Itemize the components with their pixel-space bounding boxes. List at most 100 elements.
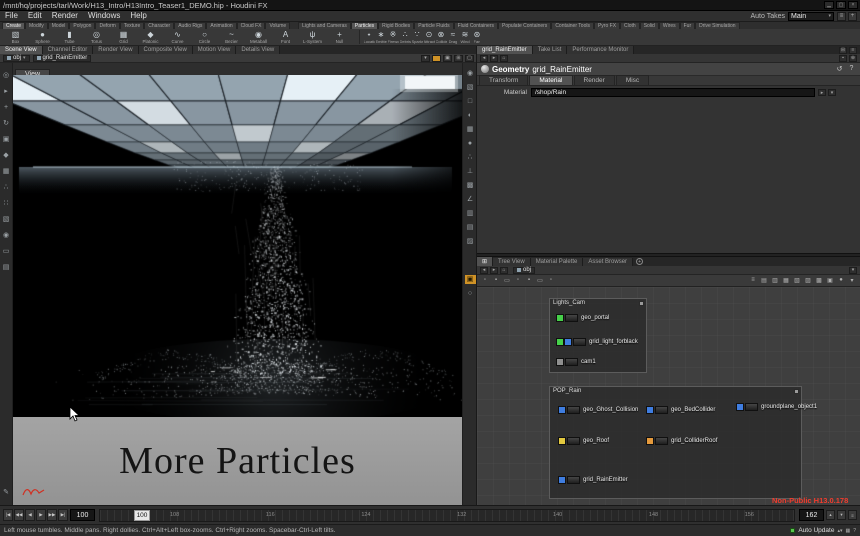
current-frame-field[interactable]: 100 — [70, 509, 95, 521]
menu-item[interactable]: Render — [47, 11, 83, 21]
scale-tool-icon[interactable]: ▣ — [1, 135, 12, 144]
shelf-tool-metaball[interactable]: ◉ Metaball — [245, 30, 272, 44]
net-display-list-icon[interactable]: ≡ — [749, 277, 757, 284]
net-grid-icon[interactable]: ▭ — [503, 277, 511, 284]
node-flag[interactable] — [736, 403, 744, 411]
menu-item[interactable]: File — [0, 11, 23, 21]
shelf-tool-curve[interactable]: ∿ Curve — [164, 30, 191, 44]
parameter-tab[interactable]: Material — [529, 75, 572, 85]
pane-tab[interactable]: Composite View — [139, 46, 193, 54]
net-color-icon[interactable]: ▪ — [492, 277, 500, 284]
display-points-icon[interactable]: ∴ — [465, 153, 476, 162]
shelf-tab[interactable]: Modify — [25, 22, 48, 29]
shelf-tool-fireworks[interactable]: ※ Firewor — [387, 30, 399, 44]
node-body[interactable] — [565, 314, 578, 322]
view-layout-icon[interactable]: □ — [465, 97, 476, 106]
shelf-tool-debris[interactable]: ∴ Debris — [399, 30, 411, 44]
shelf-tab[interactable]: Model — [48, 22, 70, 29]
net-dots-icon[interactable]: ▪ — [525, 277, 533, 284]
snap-prim-icon[interactable]: ▧ — [1, 215, 12, 224]
network-canvas[interactable]: Lights_Cam geo_portal grid_light_forblac… — [477, 287, 860, 505]
shelf-tool-font[interactable]: A Font — [272, 30, 299, 44]
pane-tab[interactable]: Asset Browser — [583, 258, 633, 266]
pane-tab[interactable]: Motion View — [193, 46, 237, 54]
perspective-icon[interactable]: ▧ — [465, 83, 476, 92]
parameter-tab[interactable]: Render — [574, 75, 615, 85]
camera-view-icon[interactable]: ◉ — [465, 69, 476, 78]
shelf-tab[interactable]: Drive Simulation — [695, 22, 739, 29]
shelf-tab[interactable]: Particles — [351, 22, 378, 29]
menu-item[interactable]: Edit — [23, 11, 47, 21]
net-display-5-icon[interactable]: ▨ — [804, 277, 812, 284]
viewport-canvas[interactable] — [13, 75, 462, 417]
home-icon[interactable]: ⌂ — [500, 267, 508, 274]
snap-point-icon[interactable]: ∴ — [1, 183, 12, 192]
close-button[interactable]: × — [848, 1, 858, 9]
shelf-tab[interactable]: Audio Rigs — [174, 22, 206, 29]
net-find-icon[interactable]: ▫ — [547, 277, 555, 284]
view-tool-icon[interactable]: ◎ — [1, 71, 12, 80]
shelf-tool-location[interactable]: ⋆ Location — [363, 30, 375, 44]
help-icon[interactable]: ? — [853, 528, 856, 534]
node-flag[interactable] — [646, 406, 654, 414]
pane-split-icon[interactable]: ⊞ — [454, 55, 463, 62]
maximize-button[interactable]: ▢ — [836, 1, 846, 9]
pane-maximize-icon[interactable]: ▢ — [465, 55, 474, 62]
smooth-shaded-icon[interactable]: ● — [465, 139, 476, 148]
select-tool-icon[interactable]: ▸ — [1, 87, 12, 96]
node-flag[interactable] — [558, 437, 566, 445]
net-display-4-icon[interactable]: ▧ — [793, 277, 801, 284]
net-display-3-icon[interactable]: ▦ — [782, 277, 790, 284]
end-frame-field[interactable]: 162 — [799, 509, 824, 521]
update-mode-arrows-icon[interactable]: ▴▾ — [837, 528, 842, 534]
shelf-tool-emitter[interactable]: ∗ Emitter — [375, 30, 387, 44]
forward-icon[interactable]: ▸ — [490, 55, 498, 62]
pane-tab[interactable]: Material Palette — [531, 258, 584, 266]
net-badge-icon[interactable]: ▭ — [536, 277, 544, 284]
network-node[interactable]: cam1 — [556, 357, 596, 367]
next-key-button[interactable]: ▶▶ — [47, 509, 57, 521]
gear-icon[interactable]: ⊕ — [849, 55, 857, 62]
node-body[interactable] — [745, 403, 758, 411]
network-node[interactable]: groundplane_object1 — [736, 402, 817, 412]
gnomon-icon[interactable]: ∠ — [465, 195, 476, 204]
shelf-tab[interactable]: Volume — [265, 22, 290, 29]
shelf-tool-tube[interactable]: ▮ Tube — [56, 30, 83, 44]
auto-update-selector[interactable]: Auto Update — [798, 527, 834, 534]
pane-tab[interactable]: Take List — [533, 46, 568, 54]
shelf-tab[interactable]: Container Tools — [551, 22, 594, 29]
shelf-tool-collide[interactable]: ⊗ Collide — [435, 30, 447, 44]
pane-tab[interactable]: Channel Editor — [43, 46, 94, 54]
new-tab-icon[interactable]: + — [636, 258, 643, 265]
shelf-tab[interactable]: Create — [2, 22, 25, 29]
net-display-2-icon[interactable]: ▥ — [771, 277, 779, 284]
network-box-pop-rain[interactable]: POP_Rain geo_Ghost_Collision geo_BedColl… — [549, 386, 802, 499]
sync-icon[interactable]: ↺ — [835, 65, 844, 73]
state-flag-icon[interactable] — [432, 55, 441, 62]
shelf-tool-torus[interactable]: ◎ Torus — [83, 30, 110, 44]
pane-tab[interactable]: Tree View — [493, 258, 531, 266]
shelf-tab[interactable]: Character — [144, 22, 174, 29]
shelf-tab[interactable]: Lights and Cameras — [298, 22, 351, 29]
pane-tab[interactable]: Scene View — [0, 46, 43, 54]
rotate-tool-icon[interactable]: ↻ — [1, 119, 12, 128]
shelf-tool-circle[interactable]: ○ Circle — [191, 30, 218, 44]
headlight-icon[interactable]: ○ — [465, 289, 476, 298]
flipbook-icon[interactable]: ▤ — [1, 263, 12, 272]
network-path-crumb[interactable]: obj — [513, 267, 535, 274]
shelf-tool-bezier[interactable]: ~ Bezier — [218, 30, 245, 44]
link-editor-icon[interactable]: ▣ — [443, 55, 452, 62]
chevron-down-icon[interactable]: ▾ — [849, 267, 857, 274]
pane-tab[interactable]: Performance Monitor — [567, 46, 634, 54]
network-node[interactable]: grid_RainEmitter — [558, 475, 628, 485]
shelf-tool-lsystem[interactable]: ψ L-System — [299, 30, 326, 44]
timeline[interactable]: 108116124132140148156 100 — [99, 509, 795, 522]
play-reverse-button[interactable]: ◀ — [25, 509, 35, 521]
net-align-icon[interactable]: ▫ — [514, 277, 522, 284]
node-body[interactable] — [567, 406, 580, 414]
pane-menu-icon[interactable]: ≡ — [849, 47, 857, 54]
wireframe-icon[interactable]: ▦ — [465, 125, 476, 134]
shelf-tab[interactable]: Polygon — [69, 22, 95, 29]
node-flag[interactable] — [646, 437, 654, 445]
shelf-tab[interactable]: Particle Fluids — [414, 22, 453, 29]
